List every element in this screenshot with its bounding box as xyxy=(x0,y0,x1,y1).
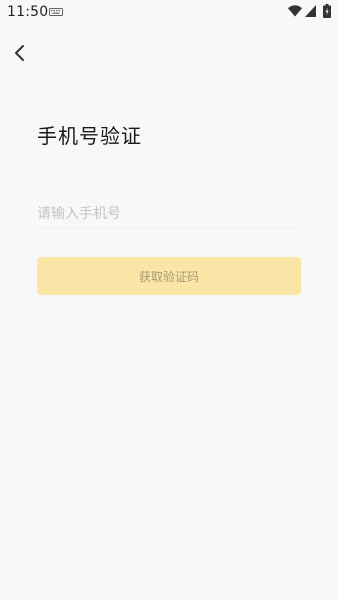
keyboard-icon xyxy=(49,8,63,16)
page-title: 手机号验证 xyxy=(37,124,142,148)
signal-icon xyxy=(305,5,316,17)
status-bar: 11:50 xyxy=(0,0,338,24)
phone-input[interactable] xyxy=(37,200,301,229)
wifi-icon xyxy=(288,5,302,17)
battery-icon xyxy=(323,4,331,18)
get-code-button[interactable]: 获取验证码 xyxy=(37,257,301,295)
back-button[interactable] xyxy=(10,42,30,64)
status-time: 11:50 xyxy=(7,4,49,20)
